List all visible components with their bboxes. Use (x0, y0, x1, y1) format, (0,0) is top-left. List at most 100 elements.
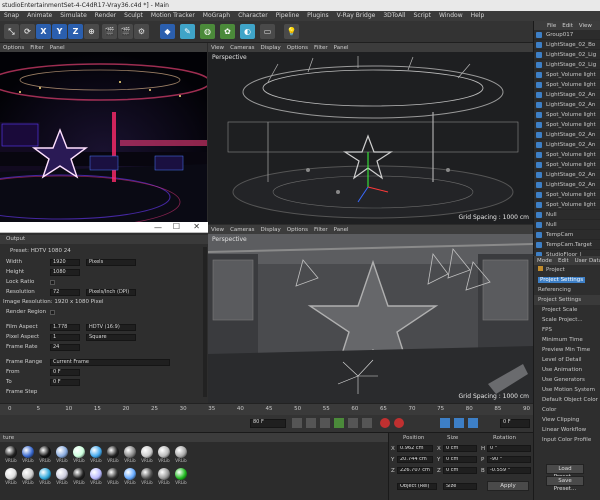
material-swatch[interactable]: VRLib (89, 468, 103, 486)
object-list-item[interactable]: LightStage_02_Lig (534, 50, 600, 60)
attr-tab-user-data[interactable]: User Data (572, 257, 600, 265)
light-icon[interactable]: 💡 (284, 24, 299, 39)
object-list-item[interactable]: LightStage_02_An (534, 130, 600, 140)
attribute-row[interactable]: Level of Detail (534, 355, 600, 365)
save-preset-button[interactable]: Save Preset... (546, 476, 584, 492)
vp2-menu-cameras[interactable]: Cameras (227, 226, 257, 234)
menu-vray-bridge[interactable]: V-Ray Bridge (333, 11, 380, 21)
object-list-item[interactable]: LightStage_02_Lig (534, 60, 600, 70)
material-swatch[interactable]: VRLib (157, 446, 171, 464)
vp1-menu-filter[interactable]: Filter (311, 44, 331, 52)
material-swatch[interactable]: VRLib (21, 468, 35, 486)
menu-motion-tracker[interactable]: Motion Tracker (147, 11, 199, 21)
attr-tab-project-settings[interactable]: Project Settings (538, 277, 586, 283)
viewport-top[interactable]: View Cameras Display Options Filter Panel Per… (208, 43, 533, 224)
om-menu-view[interactable]: View (576, 22, 595, 30)
attribute-row[interactable]: View Clipping (534, 415, 600, 425)
apply-button[interactable]: Apply (487, 481, 529, 491)
vp1-menu-options[interactable]: Options (284, 44, 311, 52)
coord-y-position-input[interactable]: 20.744 cm (397, 456, 433, 463)
attribute-row[interactable]: Default Object Color (534, 395, 600, 405)
object-list-item[interactable]: Spot_Volume light (534, 190, 600, 200)
menu-sculpt[interactable]: Sculpt (120, 11, 147, 21)
coord-x-size-input[interactable]: 0 cm (443, 445, 477, 452)
menu-options[interactable]: Options (0, 44, 27, 52)
rotate-keys-icon[interactable] (468, 418, 478, 428)
menu-pipeline[interactable]: Pipeline (272, 11, 303, 21)
attribute-row[interactable]: Preview Min Time (534, 345, 600, 355)
object-list-item[interactable]: Group017 (534, 30, 600, 40)
height-input[interactable]: 1080 (50, 269, 80, 276)
material-swatch[interactable]: VRLib (38, 446, 52, 464)
attribute-row[interactable]: Use Generators (534, 375, 600, 385)
resolution-unit-select[interactable]: Pixels/Inch (DPI) (86, 289, 136, 296)
load-preset-button[interactable]: Load Preset... (546, 464, 584, 480)
menu-window[interactable]: Window (435, 11, 467, 21)
coord-size-mode-select[interactable]: Size (443, 483, 477, 490)
attribute-row[interactable]: Use Motion System (534, 385, 600, 395)
viewport-bottom-canvas[interactable]: Perspective Grid Spacing : 1000 cm (208, 234, 533, 403)
prev-frame-icon[interactable] (306, 418, 316, 428)
vp2-menu-filter[interactable]: Filter (311, 226, 331, 234)
object-list-item[interactable]: Spot_Volume light (534, 150, 600, 160)
width-unit-select[interactable]: Pixels (86, 259, 136, 266)
attr-tab-edit[interactable]: Edit (555, 257, 572, 265)
render-picture-viewer-icon[interactable]: 🎬 (118, 24, 133, 39)
object-list-item[interactable]: Spot_Volume light (534, 110, 600, 120)
lock-ratio-checkbox[interactable] (50, 280, 55, 285)
coord-z-size-input[interactable]: 0 cm (443, 467, 477, 474)
next-frame-icon[interactable] (348, 418, 358, 428)
material-swatch[interactable]: VRLib (123, 446, 137, 464)
material-swatch[interactable]: VRLib (140, 468, 154, 486)
current-frame-field[interactable]: 80 F (250, 419, 286, 428)
vp2-menu-view[interactable]: View (208, 226, 227, 234)
object-list-item[interactable]: LightStage_02_An (534, 170, 600, 180)
attribute-row[interactable]: Scale Project... (534, 315, 600, 325)
material-swatch[interactable]: VRLib (21, 446, 35, 464)
object-list-item[interactable]: LightStage_02_Bo (534, 40, 600, 50)
coord-b-rotation-input[interactable]: -0.559 ° (487, 467, 531, 474)
resolution-input[interactable]: 72 (50, 289, 80, 296)
from-input[interactable]: 0 F (50, 369, 80, 376)
z-axis-button[interactable]: Z (68, 24, 83, 39)
material-swatch[interactable]: VRLib (89, 446, 103, 464)
preset-row[interactable]: Preset: HDTV 1080 24 (0, 247, 208, 256)
goto-start-icon[interactable] (292, 418, 302, 428)
subdivision-icon[interactable]: ◍ (200, 24, 215, 39)
material-swatch[interactable]: VRLib (106, 468, 120, 486)
menu-simulate[interactable]: Simulate (56, 11, 91, 21)
pixel-aspect-select[interactable]: Square (86, 334, 136, 341)
render-settings-scrollbar[interactable] (203, 247, 207, 397)
attribute-row[interactable]: Input Color Profile (534, 435, 600, 445)
object-list-item[interactable]: Spot_Volume light (534, 80, 600, 90)
object-list-item[interactable]: Null (534, 210, 600, 220)
material-swatch[interactable]: VRLib (123, 468, 137, 486)
viewport-top-canvas[interactable]: Perspective Grid Spacing : 1000 cm (208, 52, 533, 224)
om-menu-edit[interactable]: Edit (559, 22, 576, 30)
coord-x-position-input[interactable]: 0.962 cm (397, 445, 433, 452)
material-swatch[interactable]: VRLib (55, 446, 69, 464)
timeline-ruler[interactable]: 0 5 10 15 20 25 30 35 40 45 50 55 60 65 70 75 80 85 90 (0, 403, 533, 415)
autokey-icon[interactable] (394, 418, 404, 428)
menu-panel[interactable]: Panel (47, 44, 68, 52)
coord-p-rotation-input[interactable]: -90 ° (487, 456, 531, 463)
menu-help[interactable]: Help (467, 11, 489, 21)
object-list-item[interactable]: Spot_Volume light (534, 70, 600, 80)
object-list-item[interactable]: Null (534, 220, 600, 230)
pen-spline-icon[interactable]: ✎ (180, 24, 195, 39)
attribute-row[interactable]: Linear Workflow (534, 425, 600, 435)
object-list-item[interactable]: LightStage_02_An (534, 140, 600, 150)
deformer-icon[interactable]: ◐ (240, 24, 255, 39)
attribute-row[interactable]: Color (534, 405, 600, 415)
material-swatch[interactable]: VRLib (4, 446, 18, 464)
coord-h-rotation-input[interactable]: 0 ° (487, 445, 531, 452)
material-swatch[interactable]: VRLib (106, 446, 120, 464)
maximize-icon[interactable]: ☐ (173, 222, 180, 231)
object-list-item[interactable]: LightStage_02_An (534, 100, 600, 110)
viewport-bottom[interactable]: View Cameras Display Options Filter Panel Per… (208, 225, 533, 403)
object-list-item[interactable]: Spot_Volume light (534, 160, 600, 170)
menu-plugins[interactable]: Plugins (303, 11, 333, 21)
pixel-aspect-input[interactable]: 1 (50, 334, 80, 341)
material-swatch[interactable]: VRLib (140, 446, 154, 464)
preset-label[interactable]: Preset: HDTV 1080 24 (10, 247, 71, 256)
